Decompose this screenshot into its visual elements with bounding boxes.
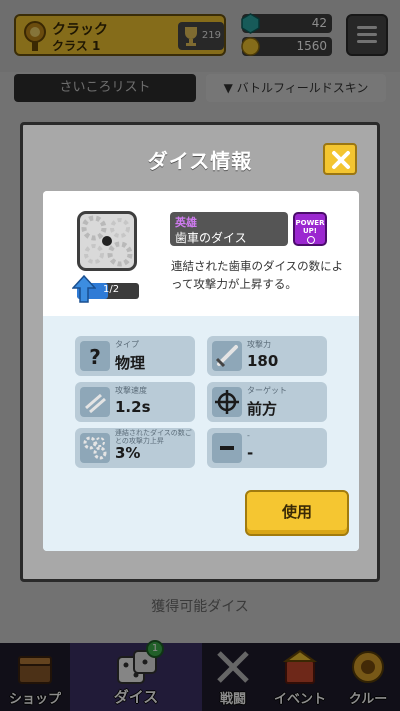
target-icon	[212, 387, 242, 417]
dice-grade: 英雄	[175, 216, 197, 229]
stat-empty-value: -	[247, 444, 254, 462]
stat-target-label: ターゲット	[247, 386, 287, 395]
dice-summary: 1/2 英雄 歯車のダイス POWER UP! 連結された歯車のダイスの数によっ…	[43, 191, 359, 316]
close-button[interactable]	[323, 143, 357, 175]
dice-info-card: 1/2 英雄 歯車のダイス POWER UP! 連結された歯車のダイスの数によっ…	[43, 191, 359, 551]
minus-icon	[212, 433, 242, 463]
dice-description: 連結された歯車のダイスの数によって攻撃力が上昇する。	[171, 259, 344, 291]
gear-dice-icon	[81, 215, 133, 267]
stat-gear-bonus: 連結されたダイスの数ごとの攻撃力上昇 3%	[75, 428, 195, 468]
stat-attack: 攻撃力 180	[207, 336, 327, 376]
speed-icon	[80, 387, 110, 417]
stat-attack-speed: 攻撃速度 1.2s	[75, 382, 195, 422]
use-button[interactable]: 使用	[245, 490, 349, 536]
gear-dice-image	[77, 211, 137, 271]
stat-type: ? タイプ 物理	[75, 336, 195, 376]
stat-empty: - -	[207, 428, 327, 468]
stat-attack-value: 180	[247, 352, 279, 370]
dice-info-modal: ダイス情報 1/2 英雄 歯車のダイス POWER UP! 連結された歯車のダイ…	[20, 122, 380, 582]
stat-type-label: タイプ	[115, 340, 139, 349]
stat-gear-bonus-label: 連結されたダイスの数ごとの攻撃力上昇	[115, 429, 192, 445]
gears-icon	[80, 433, 110, 463]
power-up-icon	[307, 236, 315, 244]
sword-icon	[212, 341, 242, 371]
question-icon: ?	[80, 341, 110, 371]
dice-level-text: 1/2	[103, 284, 120, 295]
power-up-button[interactable]: POWER UP!	[293, 212, 327, 246]
svg-text:?: ?	[89, 345, 101, 369]
stat-speed-label: 攻撃速度	[115, 386, 147, 395]
stat-target: ターゲット 前方	[207, 382, 327, 422]
stat-attack-label: 攻撃力	[247, 340, 271, 349]
dice-name-box: 英雄 歯車のダイス	[170, 212, 288, 246]
level-up-arrow-icon	[72, 275, 96, 303]
stat-empty-label: -	[247, 431, 250, 440]
close-icon	[332, 151, 350, 169]
stat-type-value: 物理	[115, 354, 146, 372]
stat-speed-value: 1.2s	[115, 398, 151, 416]
power-up-label: POWER UP!	[295, 219, 325, 235]
dice-name: 歯車のダイス	[175, 231, 247, 245]
stat-gear-bonus-value: 3%	[115, 444, 141, 462]
stat-target-value: 前方	[247, 400, 278, 418]
